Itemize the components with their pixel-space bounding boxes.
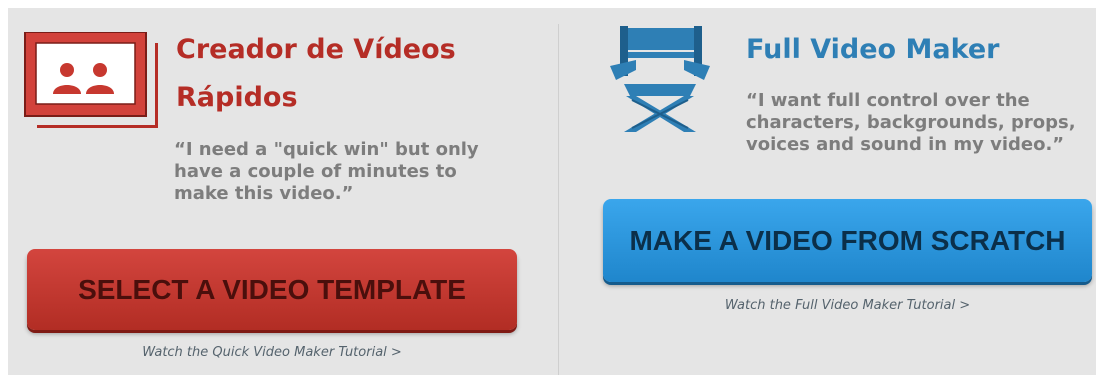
full-tutorial-link[interactable]: Watch the Full Video Maker Tutorial > [603, 298, 1092, 313]
full-maker-quote: “I want full control over the characters… [746, 90, 1076, 155]
full-maker-title: Full Video Maker [746, 34, 1000, 65]
panel-divider [558, 24, 559, 375]
quick-maker-quote: “I need a "quick win" but only have a co… [174, 139, 479, 204]
quick-maker-title: Creador de Vídeos Rápidos [176, 34, 456, 113]
director-chair-icon [610, 26, 710, 132]
select-video-template-button[interactable]: SELECT A VIDEO TEMPLATE [27, 249, 517, 330]
quick-tutorial-link[interactable]: Watch the Quick Video Maker Tutorial > [27, 345, 517, 360]
people-cards-icon [24, 32, 158, 128]
make-video-from-scratch-button[interactable]: MAKE A VIDEO FROM SCRATCH [603, 199, 1092, 282]
